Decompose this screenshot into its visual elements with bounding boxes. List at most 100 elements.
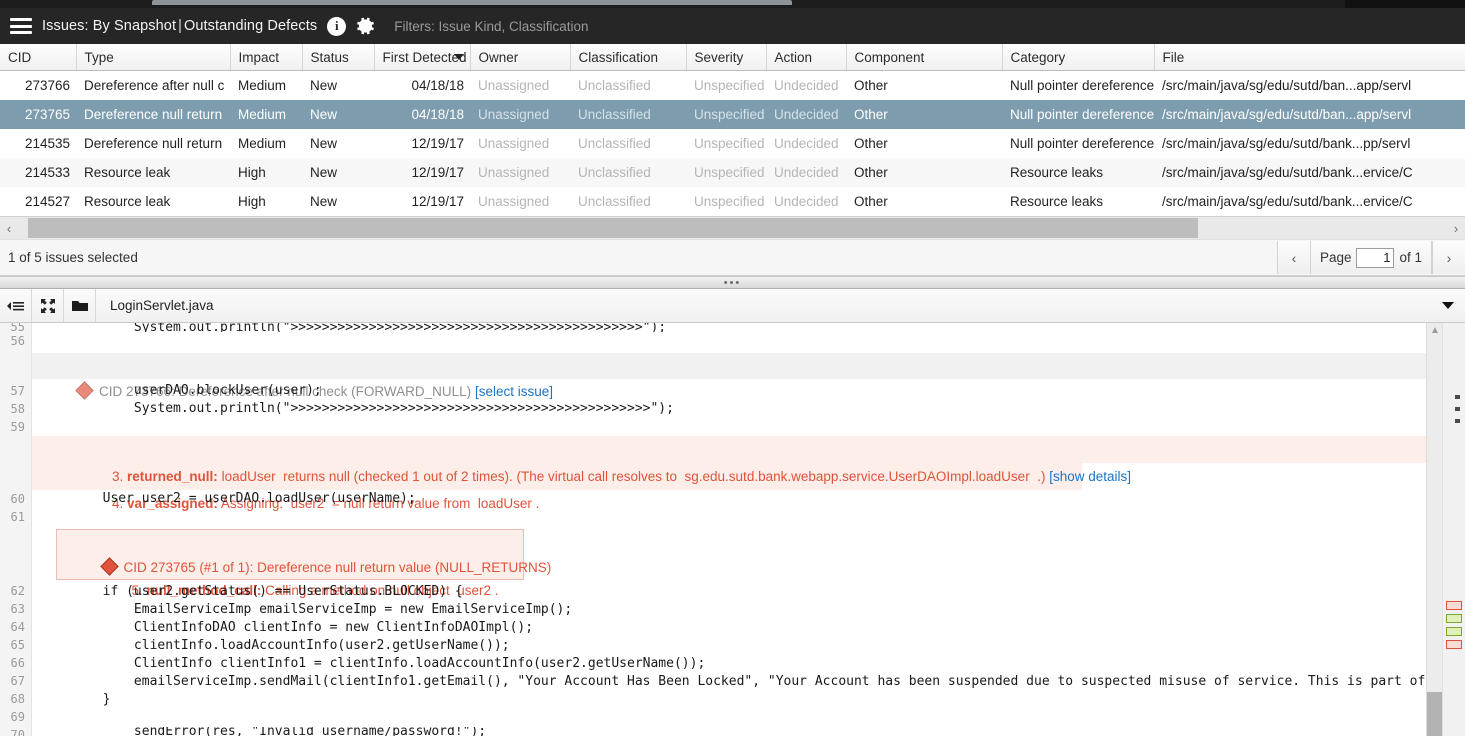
cell-first-detected: 12/19/17 (374, 158, 470, 187)
column-label: Owner (478, 49, 519, 65)
cell-component: Other (846, 100, 1002, 129)
margin-marker-red[interactable] (1446, 640, 1462, 649)
pane-splitter[interactable]: ••• (0, 276, 1465, 289)
code-line: System.out.println(">>>>>>>>>>>>>>>>>>>>… (32, 323, 1465, 332)
column-header-first-detected[interactable]: First Detected (374, 44, 471, 71)
active-defect-callout[interactable]: CID 273765 (#1 of 1): Dereference null r… (56, 529, 551, 598)
cell-action: Undecided (766, 158, 846, 187)
expand-icon[interactable] (32, 289, 64, 322)
code-line: userDAO.blockUser(user); (32, 382, 1465, 400)
cell-file: /src/main/java/sg/edu/sutd/ban...app/ser… (1154, 70, 1465, 100)
code-line: emailServiceImp.sendMail(clientInfo1.get… (32, 673, 1465, 691)
cell-category: Null pointer dereference (1002, 129, 1154, 158)
code-text: System.out.println(">>>>>>>>>>>>>>>>>>>>… (40, 401, 674, 416)
next-page-button[interactable]: › (1432, 241, 1465, 274)
margin-tick (1455, 395, 1460, 399)
issues-table-container: CID Type Impact Status First Detected Ow… (0, 44, 1465, 216)
table-row[interactable]: 214535 Dereference null return Medium Ne… (0, 129, 1465, 158)
code-margin-marker-bar[interactable] (1442, 323, 1465, 736)
margin-marker-green[interactable] (1446, 614, 1462, 623)
hscroll-thumb[interactable] (28, 218, 1198, 238)
select-issue-link[interactable]: [select issue] (475, 384, 553, 399)
cell-classification: Unclassified (570, 70, 686, 100)
cell-impact: High (230, 187, 302, 216)
table-row[interactable]: 214527 Resource leak High New 12/19/17 U… (0, 187, 1465, 216)
cell-classification: Unclassified (570, 129, 686, 158)
column-header-classification[interactable]: Classification (570, 44, 687, 71)
column-header-status[interactable]: Status (302, 44, 375, 71)
info-icon[interactable]: i (327, 16, 347, 36)
page-number-input[interactable] (1356, 247, 1395, 268)
line-number: 67 (10, 674, 25, 688)
defect-event-row[interactable]: 3. returned_null: loadUser returns null … (32, 436, 1465, 484)
cell-type: Resource leak (76, 158, 230, 187)
column-header-cid[interactable]: CID (0, 44, 77, 71)
column-header-severity[interactable]: Severity (686, 44, 767, 71)
code-lines[interactable]: System.out.println(">>>>>>>>>>>>>>>>>>>>… (32, 323, 1465, 736)
outline-list-icon[interactable] (0, 289, 32, 322)
column-header-impact[interactable]: Impact (230, 44, 303, 71)
line-number: 65 (10, 638, 25, 652)
cell-cid: 214533 (0, 158, 76, 187)
source-filename: LoginServlet.java (110, 298, 214, 313)
event-number: 3. (112, 469, 124, 484)
cell-action: Undecided (766, 187, 846, 216)
column-label: Type (84, 49, 114, 65)
window-top-strip (0, 0, 1465, 8)
table-row[interactable]: 214533 Resource leak High New 12/19/17 U… (0, 158, 1465, 187)
column-label: Impact (238, 49, 280, 65)
column-header-component[interactable]: Component (846, 44, 1003, 71)
page-title-separator: | (178, 18, 182, 34)
page-indicator: Page of 1 (1309, 241, 1432, 274)
scroll-right-icon[interactable]: › (1447, 217, 1465, 239)
column-header-owner[interactable]: Owner (470, 44, 571, 71)
filters-label[interactable]: Filters: Issue Kind, Classification (394, 19, 588, 34)
code-line: clientInfo.loadAccountInfo(user2.getUser… (32, 637, 1465, 655)
source-code-pane[interactable]: 55 56 57 58 59 60 61 62 63 64 65 66 67 6… (0, 323, 1465, 736)
table-row[interactable]: 273766 Dereference after null c Medium N… (0, 70, 1465, 100)
column-header-type[interactable]: Type (76, 44, 231, 71)
vscroll-thumb[interactable] (1427, 692, 1443, 736)
event-body: loadUser returns null (checked 1 out of … (221, 469, 1046, 484)
column-label: Component (854, 49, 925, 65)
table-horizontal-scrollbar[interactable]: ‹ › (0, 216, 1465, 239)
page-label: Page (1319, 250, 1352, 265)
chevron-down-icon[interactable] (1431, 289, 1465, 322)
cell-impact: Medium (230, 70, 302, 100)
margin-marker-green[interactable] (1446, 627, 1462, 636)
issues-table: CID Type Impact Status First Detected Ow… (0, 44, 1465, 216)
gear-icon[interactable] (356, 16, 376, 36)
cell-category: Null pointer dereference (1002, 100, 1154, 129)
table-row[interactable]: 273765 Dereference null return Medium Ne… (0, 100, 1465, 129)
cell-component: Other (846, 187, 1002, 216)
line-number: 70 (10, 728, 25, 736)
column-header-category[interactable]: Category (1002, 44, 1155, 71)
show-details-link[interactable]: [show details] (1049, 469, 1131, 484)
previous-page-button[interactable]: ‹ (1276, 241, 1310, 274)
column-label: Category (1010, 49, 1066, 65)
issues-status-bar: 1 of 5 issues selected ‹ Page of 1 › (0, 239, 1465, 276)
code-vertical-scrollbar[interactable]: ▲ (1426, 323, 1443, 736)
defect-event-row[interactable]: CID 273766: Dereference after null check… (32, 353, 1465, 400)
column-label: File (1162, 49, 1185, 65)
hamburger-icon[interactable] (10, 18, 32, 34)
margin-marker-red[interactable] (1446, 601, 1462, 610)
margin-tick (1455, 407, 1460, 411)
column-header-action[interactable]: Action (766, 44, 847, 71)
cell-category: Resource leaks (1002, 187, 1154, 216)
code-text: User user2 = userDAO.loadUser(userName); (40, 491, 416, 506)
scroll-up-icon[interactable]: ▲ (1427, 323, 1443, 337)
cell-severity: Unspecified (686, 158, 766, 187)
line-number: 56 (10, 334, 25, 348)
cell-action: Undecided (766, 100, 846, 129)
column-header-file[interactable]: File (1154, 44, 1465, 71)
cell-impact: High (230, 158, 302, 187)
line-number: 61 (10, 510, 25, 524)
scroll-left-icon[interactable]: ‹ (0, 217, 18, 239)
folder-icon[interactable] (64, 289, 96, 322)
cell-first-detected: 12/19/17 (374, 129, 470, 158)
page-total-label: of 1 (1399, 250, 1422, 265)
defect-title-text: CID 273765 (#1 of 1): Dereference null r… (123, 560, 552, 575)
hscroll-track[interactable] (18, 217, 1447, 239)
